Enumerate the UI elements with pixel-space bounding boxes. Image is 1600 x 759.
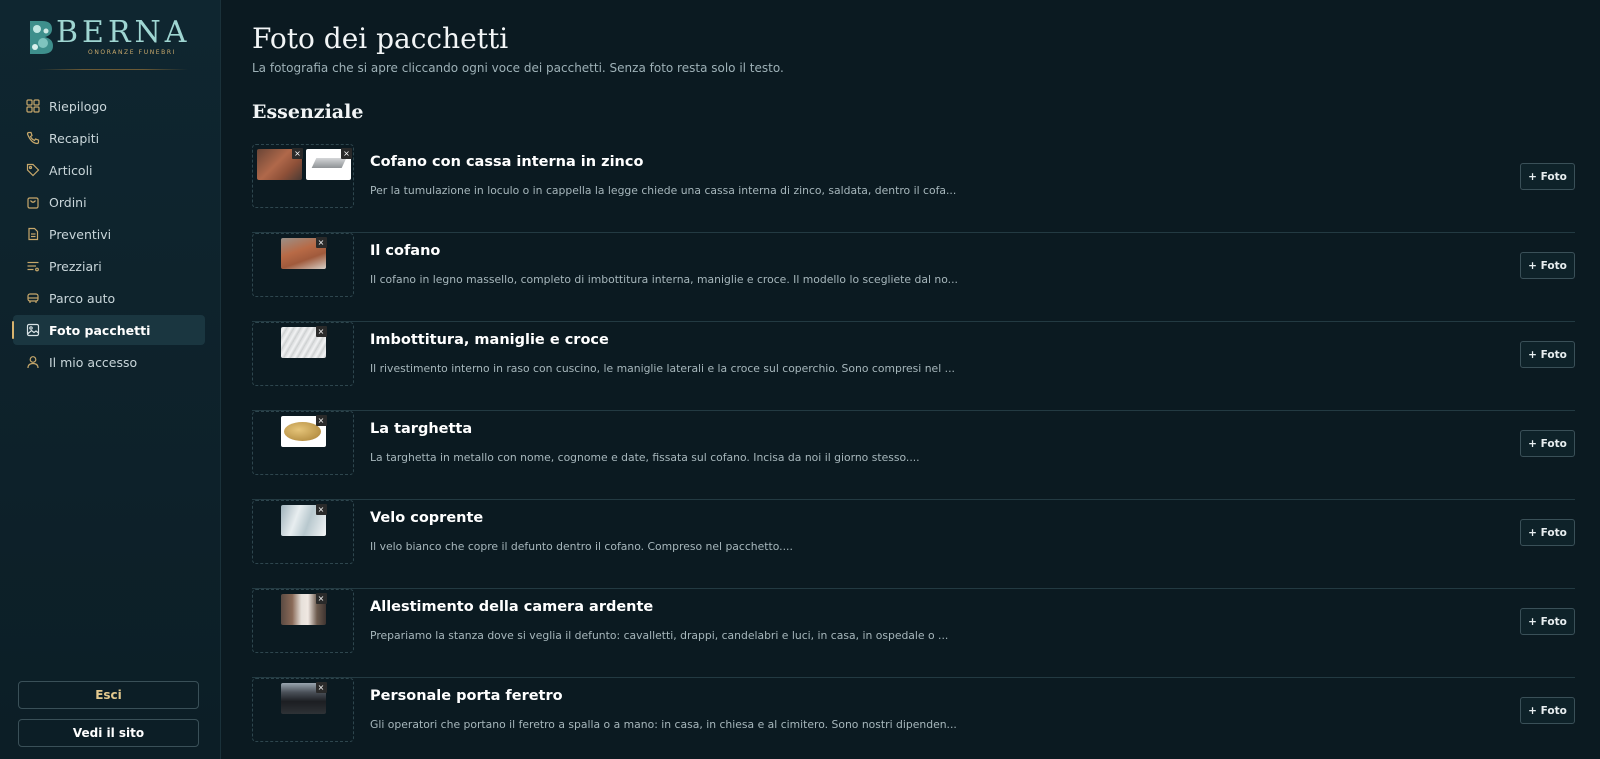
zinc-case-image	[311, 158, 347, 168]
sidebar-item-recapiti[interactable]: Recapiti	[13, 123, 205, 153]
remove-photo-button[interactable]: ×	[292, 148, 303, 159]
list-item: × × Cofano con cassa interna in zinco Pe…	[252, 144, 1575, 233]
item-description: Il velo bianco che copre il defunto dent…	[370, 540, 793, 553]
item-title: Personale porta feretro	[370, 688, 563, 704]
remove-photo-button[interactable]: ×	[341, 148, 352, 159]
photo-thumbnail[interactable]: ×	[280, 415, 327, 447]
plaque-image	[283, 422, 321, 441]
photo-dropzone[interactable]: ×	[252, 322, 354, 386]
brand-tagline: ONORANZE FUNEBRI	[88, 49, 177, 56]
view-site-button[interactable]: Vedi il sito	[18, 719, 199, 747]
sidebar-item-il-mio-accesso[interactable]: Il mio accesso	[13, 347, 205, 377]
bag-icon	[27, 197, 39, 209]
remove-photo-button[interactable]: ×	[315, 237, 327, 248]
item-description: Prepariamo la stanza dove si veglia il d…	[370, 629, 949, 642]
photo-dropzone[interactable]: ×	[252, 500, 354, 564]
photo-thumbnail[interactable]: ×	[280, 504, 327, 536]
brand-logo[interactable]: BERNA ONORANZE FUNEBRI	[28, 18, 190, 56]
image-icon	[26, 323, 40, 337]
list-item: × Velo coprente Il velo bianco che copre…	[252, 500, 1575, 589]
item-title: Imbottitura, maniglie e croce	[370, 332, 609, 348]
package-items-list: × × Cofano con cassa interna in zinco Pe…	[252, 144, 1575, 759]
remove-photo-button[interactable]: ×	[315, 415, 327, 426]
remove-photo-button[interactable]: ×	[315, 682, 327, 693]
add-photo-button[interactable]: + Foto	[1520, 608, 1575, 635]
sidebar-item-label: Foto pacchetti	[49, 322, 151, 338]
remove-photo-button[interactable]: ×	[315, 504, 327, 515]
item-title: Velo coprente	[370, 510, 484, 526]
photo-thumbnail[interactable]: ×	[280, 237, 327, 269]
list-item: × Il cofano Il cofano in legno massello,…	[252, 233, 1575, 322]
main-content: Foto dei pacchetti La fotografia che si …	[221, 0, 1600, 759]
tag-icon	[26, 163, 40, 177]
sidebar-item-label: Recapiti	[49, 130, 100, 146]
add-photo-button[interactable]: + Foto	[1520, 430, 1575, 457]
item-title: Cofano con cassa interna in zinco	[370, 154, 644, 170]
sidebar-item-label: Il mio accesso	[49, 354, 138, 370]
item-description: Per la tumulazione in loculo o in cappel…	[370, 184, 957, 197]
photo-dropzone[interactable]: × ×	[252, 144, 354, 208]
sidebar-item-label: Ordini	[49, 194, 87, 210]
sidebar-item-ordini[interactable]: Ordini	[13, 187, 205, 217]
list-item: × Personale porta feretro Gli operatori …	[252, 678, 1575, 759]
sidebar-item-preventivi[interactable]: Preventivi	[13, 219, 205, 249]
item-description: La targhetta in metallo con nome, cognom…	[370, 451, 920, 464]
item-title: La targhetta	[370, 421, 473, 437]
sidebar-item-articoli[interactable]: Articoli	[13, 155, 205, 185]
user-icon	[27, 356, 39, 369]
add-photo-button[interactable]: + Foto	[1520, 341, 1575, 368]
page-title: Foto dei pacchetti	[252, 22, 509, 55]
logout-button[interactable]: Esci	[18, 681, 199, 709]
list-item: × Imbottitura, maniglie e croce Il rives…	[252, 322, 1575, 411]
brand-name: BERNA	[56, 15, 191, 50]
photo-dropzone[interactable]: ×	[252, 411, 354, 475]
item-description: Il cofano in legno massello, completo di…	[370, 273, 958, 286]
add-photo-button[interactable]: + Foto	[1520, 163, 1575, 190]
sidebar-item-label: Parco auto	[49, 290, 116, 306]
sidebar-item-label: Articoli	[49, 162, 93, 178]
sidebar-item-label: Prezziari	[49, 258, 102, 274]
page-subtitle: La fotografia che si apre cliccando ogni…	[252, 61, 784, 75]
list-item: × La targhetta La targhetta in metallo c…	[252, 411, 1575, 500]
phone-icon	[26, 131, 40, 145]
remove-photo-button[interactable]: ×	[315, 593, 327, 604]
list-item: × Allestimento della camera ardente Prep…	[252, 589, 1575, 678]
photo-thumbnail[interactable]: ×	[306, 148, 352, 180]
add-photo-button[interactable]: + Foto	[1520, 519, 1575, 546]
section-title: Essenziale	[252, 101, 364, 123]
sidebar-item-label: Preventivi	[49, 226, 112, 242]
item-description: Il rivestimento interno in raso con cusc…	[370, 362, 955, 375]
sidebar-nav: Riepilogo Recapiti Articoli Ordini Preve…	[12, 91, 205, 379]
remove-photo-button[interactable]: ×	[315, 326, 327, 337]
sidebar-item-riepilogo[interactable]: Riepilogo	[13, 91, 205, 121]
grid-icon	[26, 99, 40, 113]
photo-thumbnail[interactable]: ×	[280, 326, 327, 358]
sidebar-item-parco-auto[interactable]: Parco auto	[13, 283, 205, 313]
item-description: Gli operatori che portano il feretro a s…	[370, 718, 957, 731]
logo-mark-icon	[28, 19, 54, 55]
sidebar-item-foto-pacchetti[interactable]: Foto pacchetti	[12, 315, 205, 345]
list-icon	[27, 261, 39, 272]
photo-dropzone[interactable]: ×	[252, 589, 354, 653]
add-photo-button[interactable]: + Foto	[1520, 697, 1575, 724]
car-icon	[27, 293, 39, 303]
sidebar-item-prezziari[interactable]: Prezziari	[13, 251, 205, 281]
photo-thumbnail[interactable]: ×	[257, 148, 303, 180]
logo-divider	[38, 69, 188, 70]
sidebar: BERNA ONORANZE FUNEBRI Riepilogo Recapit…	[0, 0, 221, 759]
add-photo-button[interactable]: + Foto	[1520, 252, 1575, 279]
sidebar-item-label: Riepilogo	[49, 98, 107, 114]
item-title: Allestimento della camera ardente	[370, 599, 654, 615]
photo-dropzone[interactable]: ×	[252, 233, 354, 297]
photo-dropzone[interactable]: ×	[252, 678, 354, 742]
document-icon	[28, 227, 39, 241]
photo-thumbnail[interactable]: ×	[280, 593, 327, 625]
item-title: Il cofano	[370, 243, 441, 259]
photo-thumbnail[interactable]: ×	[280, 682, 327, 714]
